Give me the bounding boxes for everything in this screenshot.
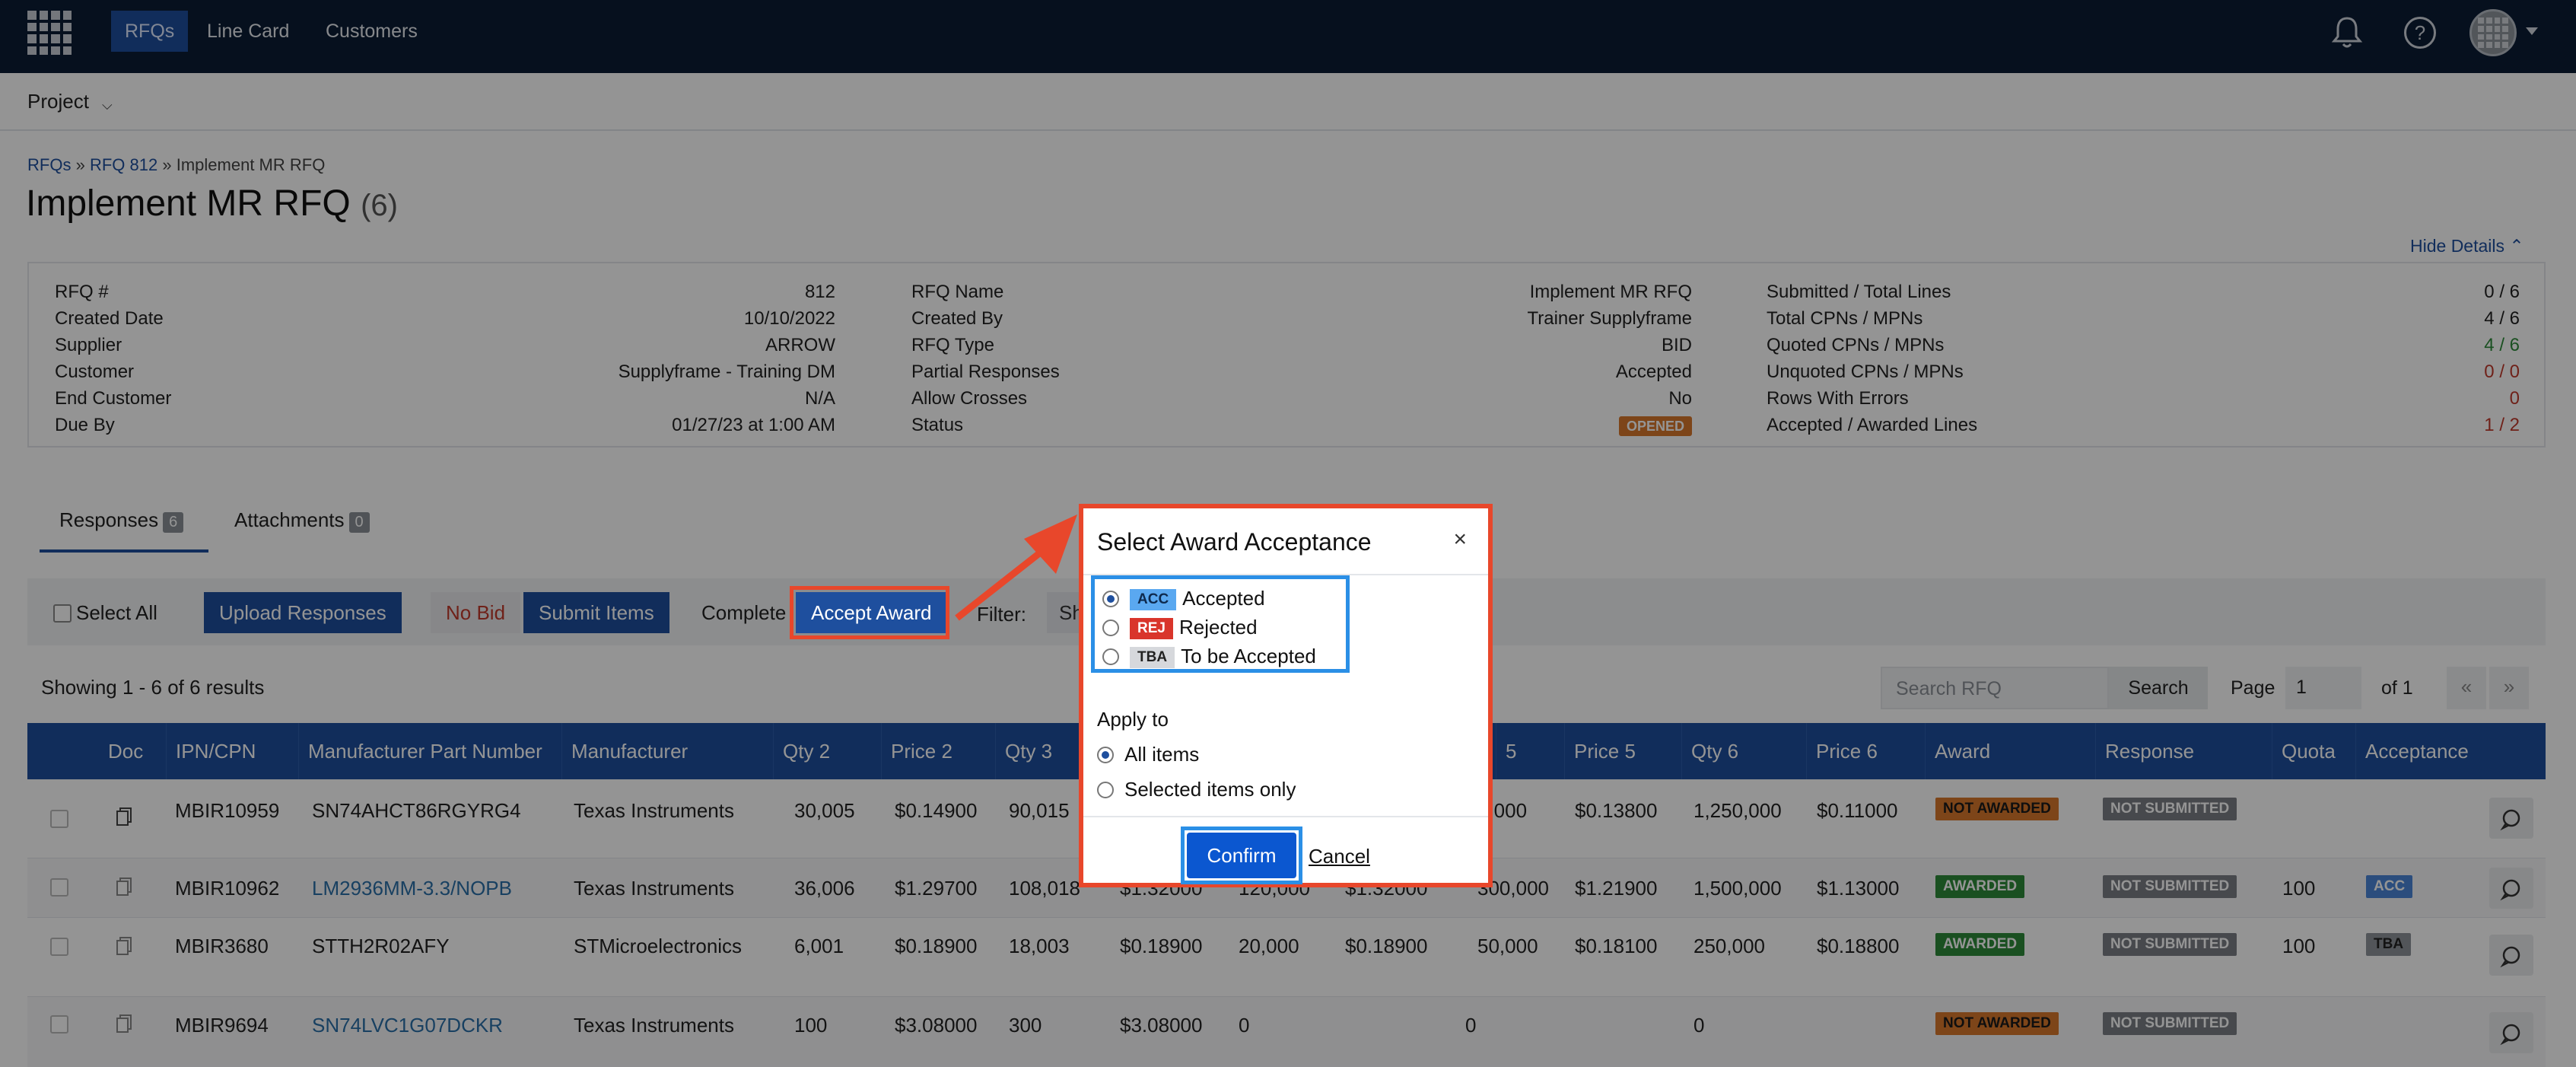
acc-tag: ACC	[1130, 589, 1177, 610]
radio-button[interactable]	[1102, 619, 1119, 636]
rej-tag: REJ	[1130, 618, 1173, 639]
radio-label: All items	[1124, 743, 1200, 766]
confirm-button[interactable]: Confirm	[1187, 833, 1296, 878]
award-acceptance-modal: Select Award Acceptance × ACC Accepted RE…	[1079, 504, 1493, 887]
radio-button[interactable]	[1097, 747, 1114, 763]
radio-selected-items[interactable]: Selected items only	[1097, 778, 1296, 801]
radio-label: Rejected	[1178, 616, 1258, 639]
radio-button[interactable]	[1102, 648, 1119, 665]
modal-title: Select Award Acceptance	[1097, 528, 1372, 556]
annotation-highlight	[790, 586, 949, 639]
radio-label: Selected items only	[1124, 778, 1296, 801]
radio-all-items[interactable]: All items	[1097, 743, 1199, 766]
cancel-button[interactable]: Cancel	[1309, 845, 1370, 868]
radio-button[interactable]	[1097, 782, 1114, 798]
tba-tag: TBA	[1130, 647, 1175, 668]
radio-rejected[interactable]: REJ Rejected	[1102, 616, 1258, 643]
radio-to-be-accepted[interactable]: TBA To be Accepted	[1102, 645, 1316, 672]
close-icon[interactable]: ×	[1453, 527, 1467, 553]
radio-accepted[interactable]: ACC Accepted	[1102, 587, 1265, 614]
apply-to-label: Apply to	[1097, 708, 1169, 731]
divider	[1083, 816, 1488, 817]
radio-label: To be Accepted	[1181, 645, 1316, 667]
radio-button[interactable]	[1102, 591, 1119, 607]
acceptance-radio-group: ACC Accepted REJ Rejected TBA To be Accepte…	[1091, 575, 1350, 673]
annotation-arrow-icon	[955, 514, 1077, 621]
radio-label: Accepted	[1182, 587, 1265, 610]
